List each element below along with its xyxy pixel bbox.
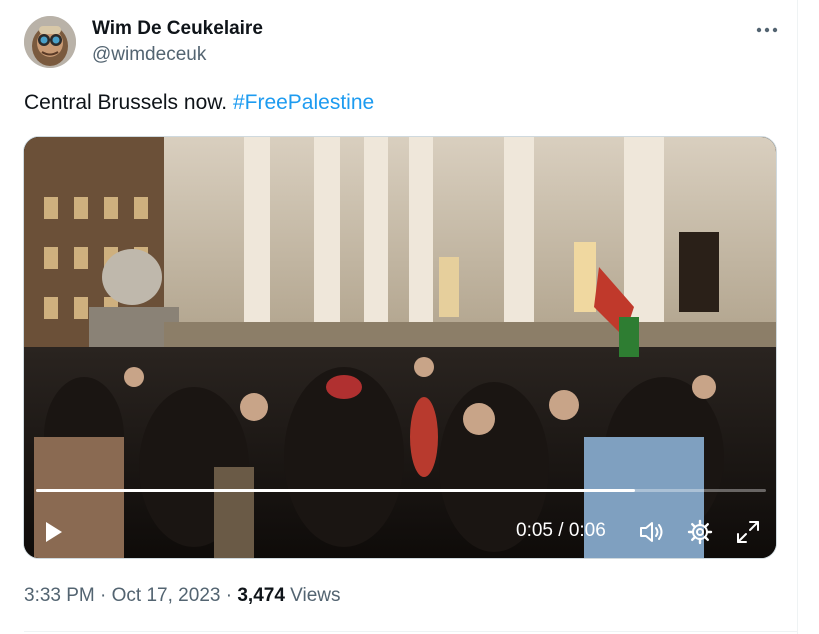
tweet-date[interactable]: Oct 17, 2023 <box>112 585 221 606</box>
volume-icon <box>640 522 663 542</box>
right-border <box>797 0 798 634</box>
gear-icon <box>687 519 713 545</box>
views-count: 3,474 <box>237 585 285 606</box>
time-separator: / <box>558 520 564 541</box>
views-label: Views <box>290 585 341 606</box>
meta-separator: · <box>100 585 107 606</box>
current-time: 0:05 <box>516 520 553 541</box>
tweet-meta: 3:33 PM · Oct 17, 2023 · 3,474 Views <box>24 585 341 607</box>
play-icon <box>46 522 62 542</box>
video-progress-fill <box>36 489 635 492</box>
avatar[interactable] <box>24 16 76 68</box>
display-name[interactable]: Wim De Ceukelaire <box>92 18 263 40</box>
avatar-image <box>24 16 76 68</box>
volume-button[interactable] <box>636 517 666 547</box>
more-options-button[interactable] <box>752 18 782 42</box>
fullscreen-icon <box>737 521 759 543</box>
more-horizontal-icon <box>756 27 778 33</box>
video-frame <box>24 137 776 558</box>
video-player[interactable]: 0:05 / 0:06 <box>23 136 777 559</box>
tweet-time[interactable]: 3:33 PM <box>24 585 95 606</box>
divider <box>24 631 797 632</box>
tweet-text: Central Brussels now. #FreePalestine <box>24 91 374 115</box>
settings-button[interactable] <box>685 517 715 547</box>
play-button[interactable] <box>38 517 68 547</box>
user-handle[interactable]: @wimdeceuk <box>92 44 206 66</box>
duration: 0:06 <box>568 520 606 541</box>
hashtag-link[interactable]: #FreePalestine <box>233 91 374 114</box>
meta-separator: · <box>225 585 233 606</box>
video-timecode: 0:05 / 0:06 <box>516 520 606 542</box>
fullscreen-button[interactable] <box>733 517 763 547</box>
video-progress-bar[interactable] <box>36 489 766 492</box>
tweet-body: Central Brussels now. <box>24 91 228 114</box>
